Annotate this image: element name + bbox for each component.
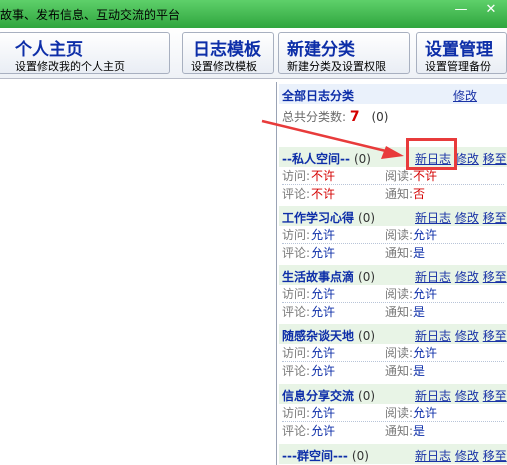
edit-all-link[interactable]: 修改	[453, 87, 477, 104]
move-link[interactable]: 移至	[483, 389, 507, 403]
read-value: 允许	[413, 346, 438, 360]
category-life-stories: 生活故事点滴 (0) 新日志 修改 移至 访问: 允许 阅读: 允许 评论: 允许 通知…	[279, 265, 507, 323]
notify-value: 是	[413, 424, 426, 438]
button-title: 新建分类	[287, 40, 355, 60]
comment-value: 允许	[311, 364, 336, 378]
category-private: --私人空间-- (0) 新日志 修改 移至 访问: 不许 阅读: 不许 评论: 不许 …	[279, 147, 507, 205]
category-info-sharing: 信息分享交流 (0) 新日志 修改 移至 访问: 允许 阅读: 允许 评论: 允许 通知…	[279, 384, 507, 442]
category-head: 生活故事点滴 (0) 新日志 修改 移至	[279, 265, 507, 285]
button-subtitle: 新建分类及设置权限	[287, 60, 386, 73]
highlight-box	[406, 138, 457, 170]
edit-link[interactable]: 修改	[455, 329, 479, 343]
comment-value: 允许	[311, 424, 336, 438]
category-name[interactable]: 工作学习心得 (0)	[282, 209, 375, 226]
move-link[interactable]: 移至	[483, 270, 507, 284]
perm-row: 评论: 允许 通知: 是	[282, 424, 426, 438]
visit-value: 允许	[311, 287, 336, 301]
category-head: 信息分享交流 (0) 新日志 修改 移至	[279, 384, 507, 404]
visit-value: 允许	[311, 406, 336, 420]
move-link[interactable]: 移至	[483, 449, 507, 463]
new-log-link[interactable]: 新日志	[415, 211, 451, 225]
log-template-button[interactable]: 日志模板 设置修改模板	[182, 32, 274, 74]
read-value: 允许	[413, 228, 438, 242]
edit-link[interactable]: 修改	[455, 270, 479, 284]
category-name[interactable]: 生活故事点滴 (0)	[282, 268, 375, 285]
edit-link[interactable]: 修改	[455, 152, 479, 166]
perm-row: 访问: 允许 阅读: 允许	[282, 343, 504, 362]
total-number: 7	[349, 109, 360, 125]
minimize-button[interactable]: —	[446, 0, 476, 22]
move-link[interactable]: 移至	[483, 211, 507, 225]
new-log-link[interactable]: 新日志	[415, 329, 451, 343]
comment-value: 允许	[311, 246, 336, 260]
comment-value: 允许	[311, 305, 336, 319]
edit-link[interactable]: 修改	[455, 211, 479, 225]
perm-row: 访问: 允许 阅读: 允许	[282, 284, 504, 303]
perm-row: 评论: 允许 通知: 是	[282, 305, 426, 319]
settings-admin-button[interactable]: 设置管理 设置管理备份	[416, 32, 507, 74]
perm-row: 评论: 允许 通知: 是	[282, 364, 426, 378]
visit-value: 不许	[311, 169, 336, 183]
visit-value: 允许	[311, 228, 336, 242]
comment-value: 不许	[311, 187, 336, 201]
move-link[interactable]: 移至	[483, 329, 507, 343]
button-title: 设置管理	[425, 40, 493, 60]
category-head: --私人空间-- (0) 新日志 修改 移至	[279, 147, 507, 167]
perm-row: 评论: 不许 通知: 否	[282, 187, 426, 201]
notify-value: 是	[413, 364, 426, 378]
new-log-link[interactable]: 新日志	[415, 270, 451, 284]
title-bar: 故事、发布信息、互动交流的平台 — ✕	[0, 0, 507, 28]
category-name[interactable]: ---群空间--- (0)	[282, 447, 369, 464]
total-label: 总共分类数:	[282, 110, 347, 124]
read-value: 允许	[413, 287, 438, 301]
close-button[interactable]: ✕	[476, 0, 506, 22]
perm-row: 访问: 允许 阅读: 允许	[282, 225, 504, 244]
new-log-link[interactable]: 新日志	[415, 389, 451, 403]
category-name[interactable]: 随感杂谈天地 (0)	[282, 327, 375, 344]
panel-title: 全部日志分类	[282, 89, 355, 103]
button-subtitle: 设置修改模板	[191, 60, 257, 73]
perm-row: 评论: 允许 通知: 是	[282, 246, 426, 260]
category-panel: 全部日志分类 修改 总共分类数: 7 (0) --私人空间-- (0) 新日志 修…	[279, 84, 507, 465]
category-thoughts: 随感杂谈天地 (0) 新日志 修改 移至 访问: 允许 阅读: 允许 评论: 允许 通知…	[279, 324, 507, 382]
button-subtitle: 设置修改我的个人主页	[15, 60, 125, 73]
category-work-study: 工作学习心得 (0) 新日志 修改 移至 访问: 允许 阅读: 允许 评论: 允许 通知…	[279, 206, 507, 264]
notify-value: 是	[413, 246, 426, 260]
total-count: (0)	[371, 110, 389, 124]
category-name[interactable]: 信息分享交流 (0)	[282, 387, 375, 404]
personal-homepage-button[interactable]: 个人主页 设置修改我的个人主页	[0, 32, 170, 74]
notify-value: 否	[413, 187, 426, 201]
category-group-space: ---群空间--- (0) 新日志 修改 移至	[279, 444, 507, 465]
window-title: 故事、发布信息、互动交流的平台	[0, 8, 181, 22]
button-subtitle: 设置管理备份	[425, 60, 491, 73]
edit-link[interactable]: 修改	[455, 389, 479, 403]
category-head: 随感杂谈天地 (0) 新日志 修改 移至	[279, 324, 507, 344]
button-title: 日志模板	[193, 40, 261, 60]
content-pane	[0, 82, 277, 465]
category-head: 工作学习心得 (0) 新日志 修改 移至	[279, 206, 507, 226]
category-head: ---群空间--- (0) 新日志 修改 移至	[279, 444, 507, 464]
read-value: 允许	[413, 406, 438, 420]
notify-value: 是	[413, 305, 426, 319]
category-name[interactable]: --私人空间-- (0)	[282, 150, 371, 167]
perm-row: 访问: 允许 阅读: 允许	[282, 403, 504, 422]
new-category-button[interactable]: 新建分类 新建分类及设置权限	[278, 32, 410, 74]
edit-link[interactable]: 修改	[455, 449, 479, 463]
new-log-link[interactable]: 新日志	[415, 449, 451, 463]
move-link[interactable]: 移至	[483, 152, 507, 166]
toolbar: 个人主页 设置修改我的个人主页 日志模板 设置修改模板 新建分类 新建分类及设置…	[0, 28, 507, 79]
perm-row: 访问: 不许 阅读: 不许	[282, 166, 504, 185]
panel-header: 全部日志分类 修改	[279, 84, 507, 104]
button-title: 个人主页	[15, 40, 83, 60]
category-total: 总共分类数: 7 (0)	[282, 108, 388, 125]
visit-value: 允许	[311, 346, 336, 360]
